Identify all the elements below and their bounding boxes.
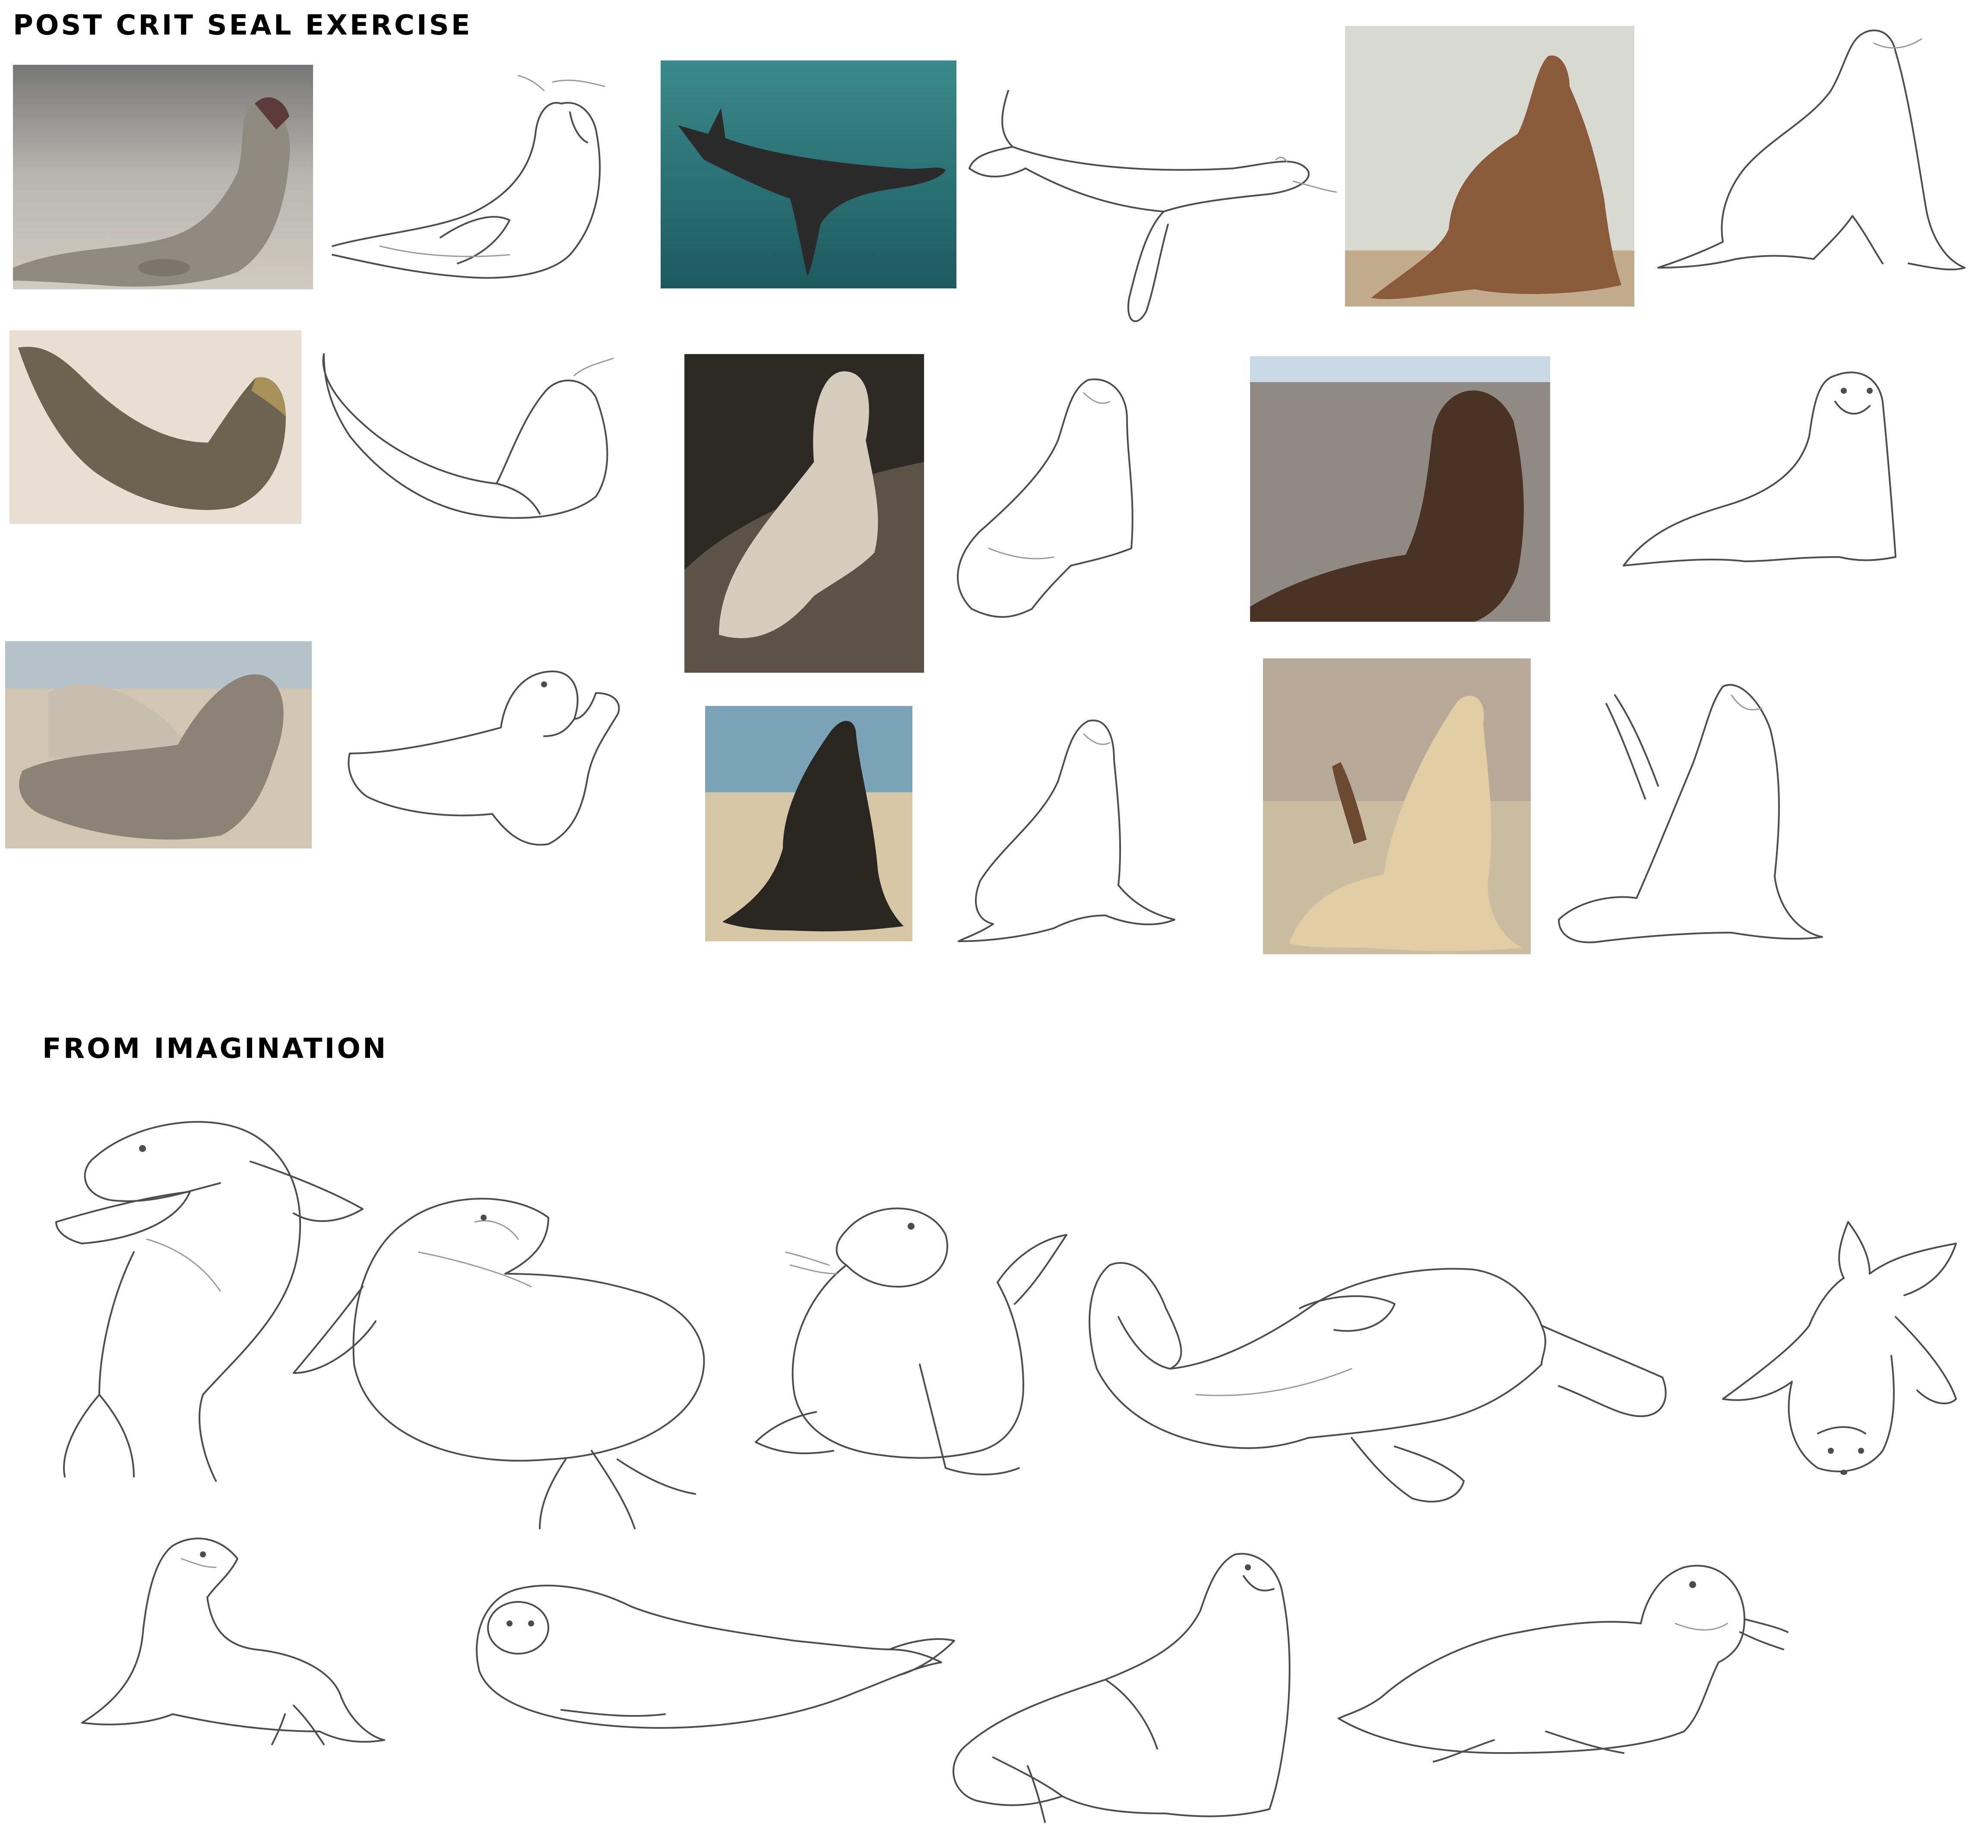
sketch-sea-lion-rocks <box>956 378 1133 618</box>
imagination-sketch-2 <box>293 1198 705 1529</box>
photo-grey-seal-stretching <box>9 330 301 524</box>
title-post-crit: POST CRIT SEAL EXERCISE <box>13 9 472 41</box>
imagination-sketch-5 <box>1722 1221 1957 1475</box>
sketch-grey-seal-yawning <box>332 75 605 279</box>
imagination-sketch-7 <box>476 1585 955 1729</box>
imagination-sketch-6 <box>81 1538 385 1745</box>
sketch-sea-lion-underwater <box>969 90 1337 322</box>
photo-grey-seal-yawning <box>13 65 313 289</box>
imagination-sketch-4 <box>1089 1262 1667 1503</box>
imagination-sketch-3 <box>755 1207 1067 1475</box>
sketch-sea-lion-waving <box>1558 684 1823 943</box>
title-from-imagination: FROM IMAGINATION <box>42 1033 388 1065</box>
sketch-sea-lion-upright <box>1657 29 1966 271</box>
sketch-grey-seal-stretching <box>322 353 614 519</box>
imagination-sketch-9 <box>1338 1565 1789 1763</box>
photo-sea-lion-underwater <box>661 60 956 288</box>
sketch-two-grey-seals <box>348 671 620 846</box>
sketch-dark-sea-lion-beach <box>958 719 1175 942</box>
sketch-fur-seal-rocks <box>1623 371 1896 566</box>
photo-sea-lion-upright <box>1345 26 1634 307</box>
photo-sea-lion-waving <box>1263 658 1531 954</box>
photo-two-grey-seals <box>5 641 312 848</box>
imagination-sketch-8 <box>953 1553 1291 1823</box>
photo-fur-seal-rocks <box>1250 356 1550 622</box>
photo-sea-lion-rocks <box>684 354 924 673</box>
photo-dark-sea-lion-beach <box>705 706 912 941</box>
